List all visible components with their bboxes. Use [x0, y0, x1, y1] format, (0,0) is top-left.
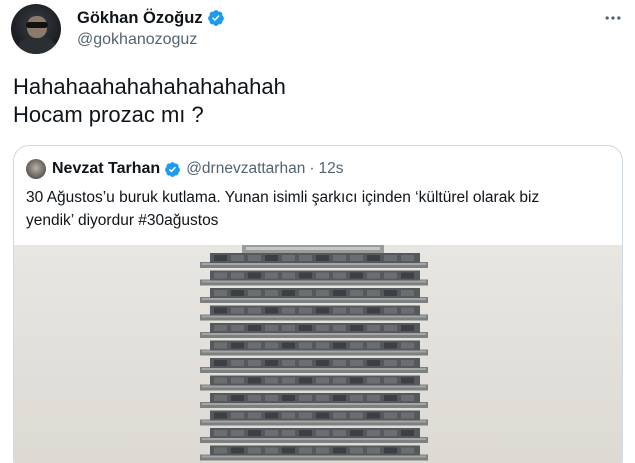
skyscraper-photo: [14, 245, 622, 463]
tweet: Gökhan Özoğuz @gokhanozoguz Hahahaahahah…: [0, 0, 635, 463]
quoted-tweet-card[interactable]: Nevzat Tarhan @drnevzattarhan · 12s 30 A…: [13, 145, 623, 463]
author-handle[interactable]: @gokhanozoguz: [77, 31, 197, 49]
more-dots-icon: [605, 16, 621, 20]
quoted-tweet-text: 30 Ağustos’u buruk kutlama. Yunan isimli…: [26, 186, 539, 232]
more-horizontal-icon[interactable]: [601, 8, 625, 28]
quoted-tweet-image[interactable]: [14, 245, 622, 463]
quoted-author-display-name: Nevzat Tarhan: [52, 160, 161, 177]
quoted-tweet-time: 12s: [318, 160, 344, 177]
quoted-author-avatar: [26, 159, 46, 179]
quoted-author-handle: @drnevzattarhan: [186, 160, 306, 177]
author-avatar[interactable]: [11, 4, 61, 54]
quoted-verified-badge-icon: [165, 161, 181, 177]
quoted-tweet-header: Nevzat Tarhan @drnevzattarhan · 12s: [26, 158, 344, 180]
tweet-text: Hahahaahahahahahahahah Hocam prozac mı ?: [13, 73, 286, 129]
tweet-text-line: Hocam prozac mı ?: [13, 102, 204, 127]
separator-dot: ·: [309, 160, 315, 177]
author-display-name[interactable]: Gökhan Özoğuz: [77, 9, 203, 28]
tower-building: [200, 245, 428, 461]
quoted-tweet-text-line: 30 Ağustos’u buruk kutlama. Yunan isimli…: [26, 189, 540, 206]
author-name-row: Gökhan Özoğuz: [77, 8, 225, 28]
tweet-text-line: Hahahaahahahahahahahah: [13, 74, 286, 99]
quoted-tweet-text-line: yendik’ diyordur #30ağustos: [26, 212, 219, 229]
verified-badge-icon: [207, 10, 224, 26]
